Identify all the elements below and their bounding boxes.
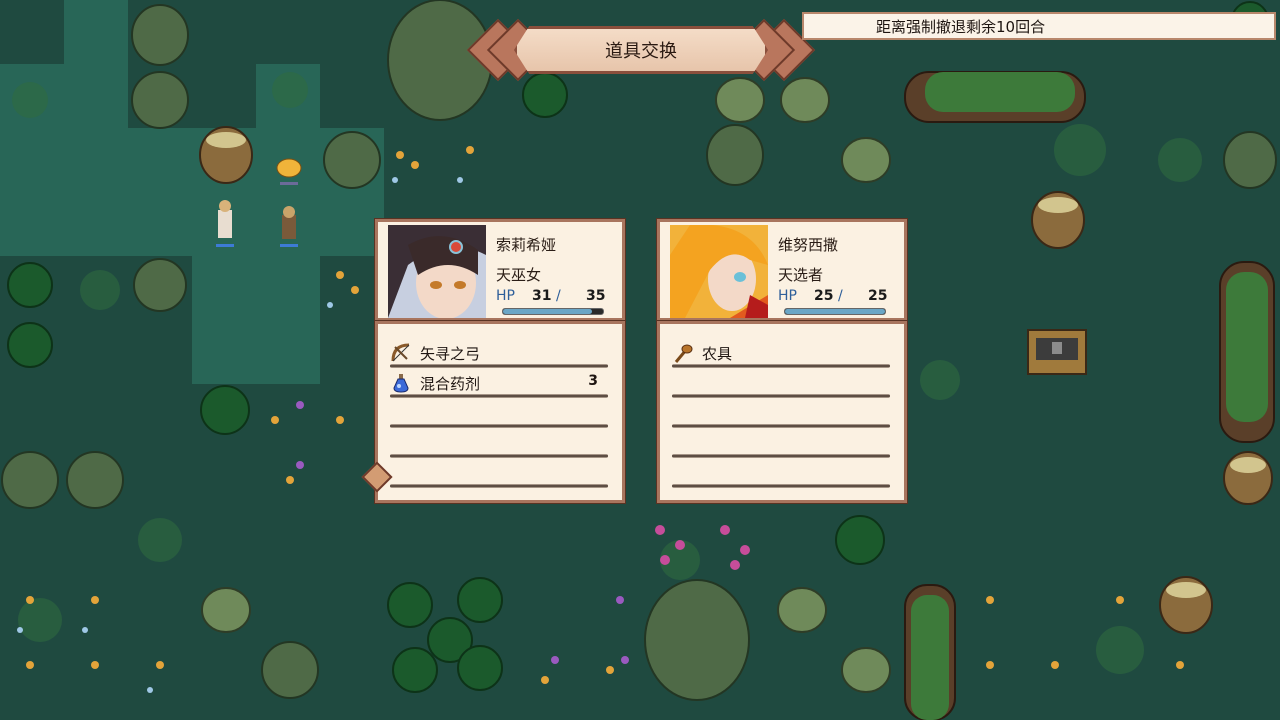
left-item-list: 矢寻之弓 混合药剂 3 [375,321,625,503]
left-item-slot-1[interactable]: 矢寻之弓 [386,338,612,368]
right-hp-bar [784,308,886,315]
left-item-1-label: 矢寻之弓 [420,345,481,363]
left-item-slot-4[interactable] [386,428,612,458]
screen-title: 道具交换 [605,41,677,62]
left-hp-bar [502,308,604,315]
right-item-slot-1[interactable]: 农具 [668,338,894,368]
treasure-chest-icon[interactable] [1027,329,1087,375]
bow-icon [391,343,410,362]
farm-tool-icon [674,344,693,363]
portrait-right-icon [670,225,768,318]
left-character-name: 索莉希娅 [496,236,557,254]
left-hp-current: 31 [532,288,552,304]
retreat-countdown-bar: 距离强制撤退剩余10回合 [802,12,1276,40]
potion-icon [393,374,409,393]
left-item-2-qty: 3 [588,373,598,389]
right-hp-label: HP [778,288,797,304]
right-character-card[interactable]: 维努西撒 天选者 HP 25 / 25 [657,219,907,321]
right-character-name: 维努西撒 [778,236,839,254]
left-character-class: 天巫女 [496,266,542,284]
left-item-slot-5[interactable] [386,458,612,488]
banner-plate: 道具交换 [514,26,768,74]
title-banner: 道具交换 [462,18,820,82]
left-hp-slash: / [556,288,561,304]
right-item-slot-3[interactable] [668,398,894,428]
forest-map[interactable] [0,0,1280,720]
portrait-left-icon [388,225,486,318]
right-hp-bar-fill [785,309,885,314]
right-item-1-label: 农具 [702,345,733,363]
right-item-slot-2[interactable] [668,368,894,398]
right-item-slot-4[interactable] [668,428,894,458]
left-hp-label: HP [496,288,515,304]
left-item-slot-2[interactable]: 混合药剂 3 [386,368,612,398]
right-character-class: 天选者 [778,266,824,284]
right-item-list: 农具 [657,321,907,503]
left-hp-bar-fill [503,309,592,314]
right-hp-max: 25 [868,288,888,304]
left-hp-max: 35 [586,288,606,304]
retreat-countdown-text: 距离强制撤退剩余10回合 [876,17,1046,36]
right-hp-current: 25 [814,288,834,304]
left-item-slot-3[interactable] [386,398,612,428]
left-character-card[interactable]: 索莉希娅 天巫女 HP 31 / 35 [375,219,625,321]
right-item-slot-5[interactable] [668,458,894,488]
right-hp-slash: / [838,288,843,304]
left-item-2-label: 混合药剂 [420,375,481,393]
